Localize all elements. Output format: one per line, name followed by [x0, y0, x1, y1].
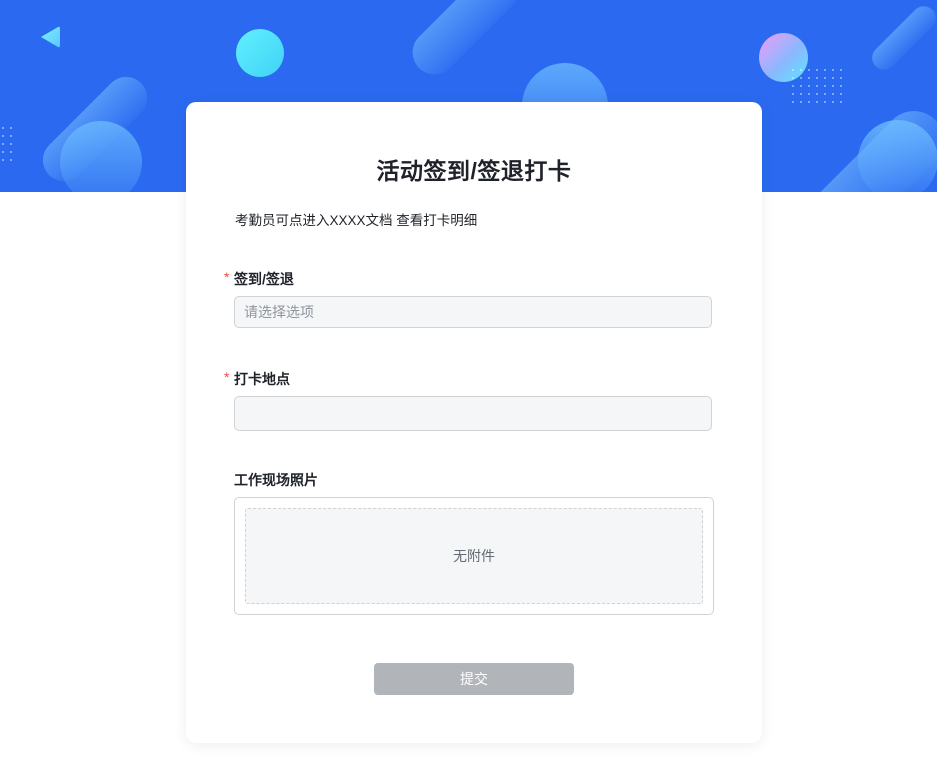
form-card: 活动签到/签退打卡 考勤员可点进入XXXX文档 查看打卡明细 * 签到/签退 请…	[186, 102, 762, 743]
field-label-text: 工作现场照片	[234, 472, 318, 488]
half-circle-decoration	[60, 121, 142, 192]
checkin-type-select[interactable]: 请选择选项	[234, 296, 712, 328]
field-label-text: 签到/签退	[234, 271, 294, 287]
no-attachment-text: 无附件	[453, 548, 495, 564]
cyan-circle-decoration	[236, 29, 284, 77]
location-input[interactable]	[234, 396, 712, 431]
dot-grid-decoration	[2, 127, 12, 161]
required-asterisk: *	[224, 369, 230, 385]
half-circle-decoration	[858, 120, 937, 192]
form-title: 活动签到/签退打卡	[376, 158, 572, 184]
field-label-location: * 打卡地点	[224, 369, 290, 389]
page: 活动签到/签退打卡 考勤员可点进入XXXX文档 查看打卡明细 * 签到/签退 请…	[0, 0, 937, 778]
pill-decoration	[867, 1, 937, 75]
required-asterisk: *	[224, 269, 230, 285]
select-placeholder: 请选择选项	[244, 304, 314, 320]
play-triangle-decoration	[41, 26, 60, 48]
form-description: 考勤员可点进入XXXX文档 查看打卡明细	[235, 213, 478, 228]
submit-button[interactable]: 提交	[374, 663, 574, 695]
field-label-photos: 工作现场照片	[234, 470, 318, 490]
pill-decoration	[403, 0, 527, 84]
dot-grid-decoration	[792, 69, 842, 103]
attachment-dropzone[interactable]: 无附件	[245, 508, 703, 604]
field-label-text: 打卡地点	[234, 371, 290, 387]
field-label-checkin-type: * 签到/签退	[224, 269, 294, 289]
photo-attachment-box[interactable]: 无附件	[234, 497, 714, 615]
